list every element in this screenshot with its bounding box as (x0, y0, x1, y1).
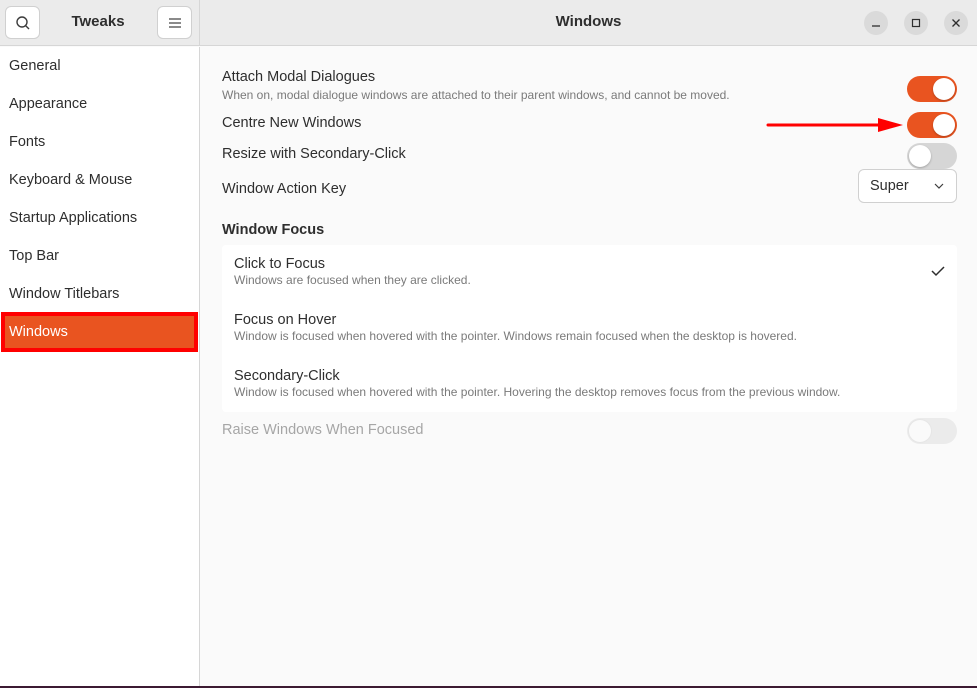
focus-option-focus-on-hover[interactable]: Focus on Hover Window is focused when ho… (222, 301, 957, 357)
attach-modal-row: Attach Modal Dialogues When on, modal di… (222, 69, 957, 102)
header-bar: Tweaks Windows (0, 0, 977, 46)
minimize-button[interactable] (864, 11, 888, 35)
minimize-icon (872, 25, 880, 27)
focus-option-description: Window is focused when hovered with the … (234, 385, 841, 399)
sidebar-item-window-titlebars[interactable]: Window Titlebars (0, 275, 199, 313)
focus-option-title: Click to Focus (234, 256, 326, 272)
sidebar-item-startup-applications[interactable]: Startup Applications (0, 199, 199, 237)
resize-secondary-label: Resize with Secondary-Click (222, 146, 406, 162)
raise-windows-row: Raise Windows When Focused (222, 418, 957, 444)
attach-modal-label: Attach Modal Dialogues (222, 69, 376, 85)
close-icon (952, 19, 960, 27)
chevron-down-icon (934, 183, 944, 189)
toggle-knob (933, 78, 955, 100)
attach-modal-description: When on, modal dialogue windows are atta… (222, 88, 730, 102)
resize-secondary-row: Resize with Secondary-Click (222, 143, 957, 169)
main-content: Attach Modal Dialogues When on, modal di… (201, 47, 977, 688)
sidebar-item-appearance[interactable]: Appearance (0, 85, 199, 123)
sidebar: General Appearance Fonts Keyboard & Mous… (0, 47, 200, 688)
toggle-knob (909, 420, 931, 442)
window-focus-heading: Window Focus (222, 222, 325, 238)
sidebar-header: Tweaks (0, 0, 200, 46)
main-menu-button[interactable] (157, 6, 192, 39)
sidebar-item-general[interactable]: General (0, 47, 199, 85)
raise-windows-toggle[interactable] (907, 418, 957, 444)
page-title: Windows (555, 13, 622, 30)
toggle-knob (933, 114, 955, 136)
focus-option-description: Window is focused when hovered with the … (234, 329, 797, 343)
window-focus-list: Click to Focus Windows are focused when … (222, 245, 957, 412)
resize-secondary-toggle[interactable] (907, 143, 957, 169)
app-title: Tweaks (71, 13, 125, 30)
focus-option-description: Windows are focused when they are clicke… (234, 273, 471, 287)
focus-option-title: Focus on Hover (234, 312, 337, 328)
focus-option-secondary-click[interactable]: Secondary-Click Window is focused when h… (222, 357, 957, 413)
window-action-key-row: Window Action Key Super (222, 169, 957, 203)
sidebar-item-fonts[interactable]: Fonts (0, 123, 199, 161)
dropdown-value: Super (870, 178, 909, 194)
search-icon (15, 15, 29, 29)
hamburger-menu-icon (168, 17, 181, 28)
annotation-arrow-icon (766, 118, 903, 132)
attach-modal-toggle[interactable] (907, 76, 957, 102)
close-button[interactable] (944, 11, 968, 35)
checkmark-icon (931, 266, 945, 277)
maximize-icon (911, 18, 921, 28)
tweaks-window: Tweaks Windows General Appearance Fonts … (0, 0, 977, 688)
sidebar-item-keyboard-mouse[interactable]: Keyboard & Mouse (0, 161, 199, 199)
raise-windows-label: Raise Windows When Focused (222, 422, 424, 438)
window-action-key-dropdown[interactable]: Super (858, 169, 957, 203)
focus-option-click-to-focus[interactable]: Click to Focus Windows are focused when … (222, 245, 957, 301)
maximize-button[interactable] (904, 11, 928, 35)
focus-option-title: Secondary-Click (234, 368, 340, 384)
centre-new-windows-toggle[interactable] (907, 112, 957, 138)
sidebar-item-windows[interactable]: Windows (1, 312, 198, 352)
search-button[interactable] (5, 6, 40, 39)
toggle-knob (909, 145, 931, 167)
sidebar-item-top-bar[interactable]: Top Bar (0, 237, 199, 275)
window-action-key-label: Window Action Key (222, 181, 347, 197)
